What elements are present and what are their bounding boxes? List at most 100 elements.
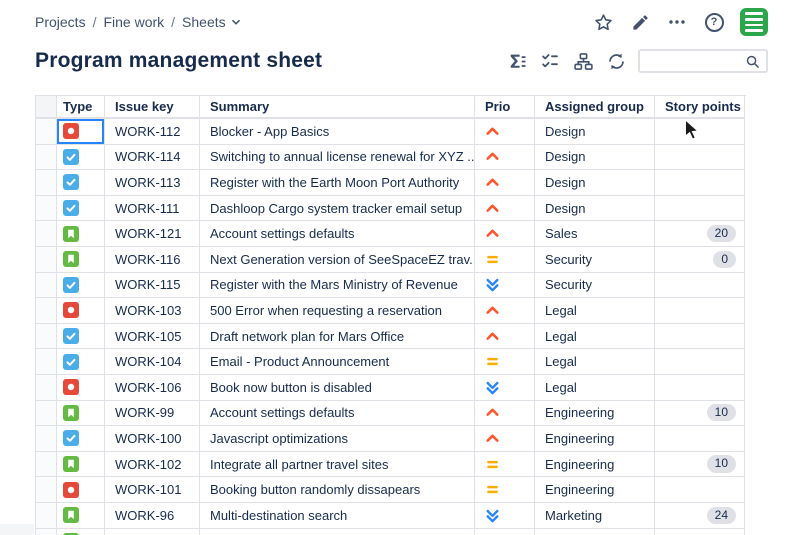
issue-key-cell[interactable]: WORK-102 (105, 451, 200, 478)
column-header-story-points[interactable]: Story points (655, 96, 745, 119)
type-cell[interactable] (57, 528, 105, 535)
issue-key-cell[interactable]: WORK-111 (105, 195, 200, 222)
priority-cell[interactable] (475, 323, 535, 350)
row-handle[interactable] (35, 298, 57, 324)
assigned-group-cell[interactable]: Design (535, 195, 655, 222)
issue-key-cell[interactable]: WORK-105 (105, 323, 200, 350)
row-handle[interactable] (35, 221, 57, 247)
story-points-cell[interactable] (655, 298, 745, 324)
sheets-app-logo[interactable] (740, 8, 768, 36)
assigned-group-cell[interactable]: Legal (535, 298, 655, 324)
type-cell[interactable] (57, 477, 105, 503)
assigned-group-cell[interactable]: Marketing (535, 502, 655, 529)
story-points-cell[interactable]: 10 (655, 451, 745, 478)
priority-cell[interactable] (475, 502, 535, 529)
star-icon[interactable] (592, 11, 614, 33)
row-handle[interactable] (35, 451, 57, 478)
row-handle[interactable] (35, 119, 57, 145)
row-handle[interactable] (35, 195, 57, 222)
type-cell[interactable] (57, 195, 105, 222)
summary-cell[interactable]: Register with the Earth Moon Port Author… (200, 170, 475, 196)
summary-cell[interactable]: Booking button randomly dissapears (200, 477, 475, 503)
story-points-cell[interactable]: 24 (655, 502, 745, 529)
assigned-group-cell[interactable]: Security (535, 272, 655, 299)
story-points-cell[interactable]: 20 (655, 221, 745, 247)
column-header-type[interactable]: Type (57, 96, 105, 119)
type-cell[interactable] (57, 374, 105, 401)
type-cell[interactable] (57, 221, 105, 247)
priority-cell[interactable] (475, 170, 535, 196)
summary-cell[interactable]: Book now button is disabled (200, 374, 475, 401)
assigned-group-cell[interactable]: Security (535, 246, 655, 273)
assigned-group-cell[interactable]: Engineering (535, 426, 655, 452)
row-handle[interactable] (35, 170, 57, 196)
issue-key-cell[interactable]: WORK-99 (105, 400, 200, 427)
assigned-group-cell[interactable]: Design (535, 170, 655, 196)
priority-cell[interactable] (475, 374, 535, 401)
assigned-group-cell[interactable]: Engineering (535, 400, 655, 427)
breadcrumb-projects[interactable]: Projects (35, 14, 86, 30)
row-handle[interactable] (35, 426, 57, 452)
assigned-group-cell[interactable]: Legal (535, 349, 655, 375)
type-cell[interactable] (57, 298, 105, 324)
issue-key-cell[interactable]: WORK-106 (105, 374, 200, 401)
type-cell[interactable] (57, 323, 105, 350)
type-cell[interactable] (57, 170, 105, 196)
assigned-group-cell[interactable]: Legal (535, 323, 655, 350)
summary-cell[interactable]: 500 Error when requesting a reservation (200, 298, 475, 324)
priority-cell[interactable] (475, 477, 535, 503)
story-points-cell[interactable] (655, 349, 745, 375)
breadcrumb-sheets[interactable]: Sheets (182, 14, 243, 30)
type-cell[interactable] (57, 119, 105, 145)
priority-cell[interactable] (475, 298, 535, 324)
story-points-cell[interactable]: 0 (655, 246, 745, 273)
type-cell[interactable] (57, 502, 105, 529)
summary-cell[interactable]: Dashloop Cargo system tracker email setu… (200, 195, 475, 222)
row-handle[interactable] (35, 323, 57, 350)
assigned-group-cell[interactable]: Design (535, 119, 655, 145)
edit-icon[interactable] (629, 11, 651, 33)
priority-cell[interactable] (475, 144, 535, 171)
issue-key-cell[interactable]: WORK-115 (105, 272, 200, 299)
summary-cell[interactable]: Next Generation version of SeeSpaceEZ tr… (200, 246, 475, 273)
issue-key-cell[interactable]: WORK-116 (105, 246, 200, 273)
type-cell[interactable] (57, 144, 105, 171)
story-points-cell[interactable] (655, 170, 745, 196)
type-cell[interactable] (57, 349, 105, 375)
help-icon[interactable] (703, 11, 725, 33)
hierarchy-icon[interactable] (572, 50, 594, 72)
issue-key-cell[interactable]: WORK-104 (105, 349, 200, 375)
checklist-icon[interactable] (539, 50, 561, 72)
search-input[interactable] (646, 53, 745, 69)
story-points-cell[interactable] (655, 144, 745, 171)
story-points-cell[interactable]: 10 (655, 400, 745, 427)
row-handle[interactable] (35, 374, 57, 401)
summary-cell[interactable]: Register with the Mars Ministry of Reven… (200, 272, 475, 299)
type-cell[interactable] (57, 451, 105, 478)
priority-cell[interactable] (475, 272, 535, 299)
issue-key-cell[interactable]: WORK-103 (105, 298, 200, 324)
story-points-cell[interactable] (655, 119, 745, 145)
priority-cell[interactable] (475, 221, 535, 247)
summary-cell[interactable]: Javascript optimizations (200, 426, 475, 452)
priority-cell[interactable] (475, 528, 535, 535)
row-handle[interactable] (35, 144, 57, 171)
story-points-cell[interactable] (655, 323, 745, 350)
summary-cell[interactable]: Multi-destination search (200, 502, 475, 529)
type-cell[interactable] (57, 426, 105, 452)
story-points-cell[interactable] (655, 426, 745, 452)
row-handle[interactable] (35, 528, 57, 535)
column-header-summary[interactable]: Summary (200, 96, 475, 119)
summary-cell[interactable]: Email - Product Announcement (200, 349, 475, 375)
row-handle[interactable] (35, 400, 57, 427)
type-cell[interactable] (57, 400, 105, 427)
column-header-assigned-group[interactable]: Assigned group (535, 96, 655, 119)
issue-key-cell[interactable]: WORK-112 (105, 119, 200, 145)
summary-cell[interactable]: Account settings defaults (200, 400, 475, 427)
row-handle[interactable] (35, 272, 57, 299)
summary-cell[interactable]: Account settings defaults (200, 221, 475, 247)
row-handle[interactable] (35, 477, 57, 503)
breadcrumb-fine-work[interactable]: Fine work (103, 14, 164, 30)
assigned-group-cell[interactable] (535, 528, 655, 535)
sum-function-icon[interactable] (506, 50, 528, 72)
